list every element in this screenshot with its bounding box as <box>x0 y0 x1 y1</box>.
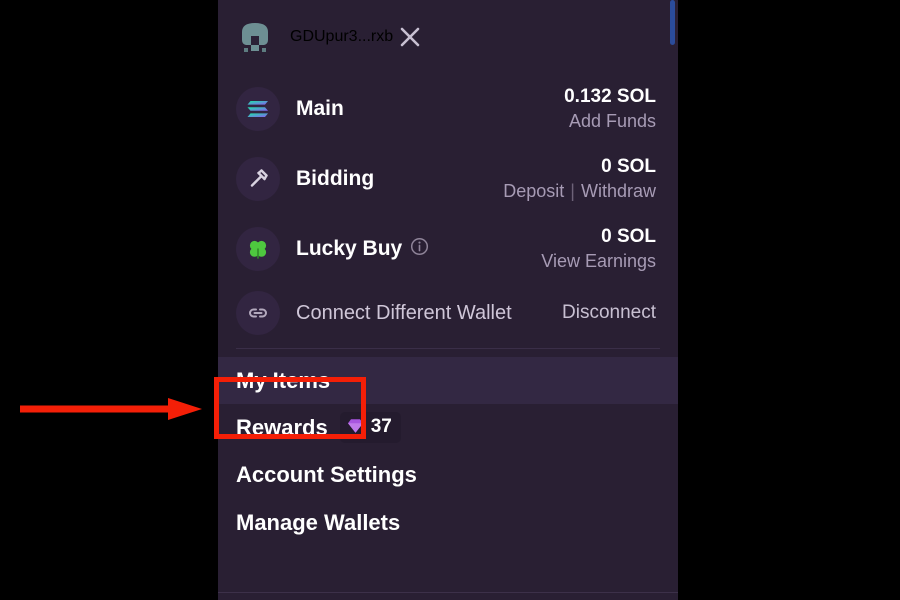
menu-item-label: Account Settings <box>236 462 417 487</box>
withdraw-link[interactable]: Withdraw <box>581 181 656 202</box>
connect-different-wallet-label: Connect Different Wallet <box>296 301 512 324</box>
balance-bidding-actions: Deposit | Withdraw <box>503 181 656 202</box>
menu-item-account-settings[interactable]: Account Settings <box>218 451 678 499</box>
balance-lucky-buy-label: Lucky Buy <box>296 237 403 260</box>
menu-item-label: Manage Wallets <box>236 510 401 535</box>
deposit-link[interactable]: Deposit <box>503 181 564 202</box>
panel-header: GDUpur3...rxb <box>218 0 678 74</box>
balance-lucky-buy-amount: 0 SOL <box>601 226 656 247</box>
menu-item-label: Rewards <box>236 414 328 440</box>
balance-row-lucky-buy: Lucky Buy 0 SOL View Earnings <box>218 214 678 284</box>
status-badge: 37 <box>339 412 401 443</box>
add-funds-link[interactable]: Add Funds <box>569 111 656 132</box>
menu-item-my-items[interactable]: My Items <box>218 357 678 404</box>
gem-icon <box>347 414 364 440</box>
vertical-scrollbar[interactable] <box>670 0 675 45</box>
balance-bidding-right: 0 SOL Deposit | Withdraw <box>503 156 656 202</box>
balance-lucky-buy-actions: View Earnings <box>541 251 656 272</box>
menu-item-label: My Items <box>236 367 331 393</box>
balance-bidding-left: Bidding <box>296 167 503 191</box>
link-icon <box>236 291 280 335</box>
balance-row-bidding: Bidding 0 SOL Deposit | Withdraw <box>218 144 678 214</box>
balance-main-right: 0.132 SOL Add Funds <box>564 86 656 132</box>
close-icon[interactable] <box>393 20 427 54</box>
panel-bottom-divider <box>218 592 678 593</box>
view-earnings-link[interactable]: View Earnings <box>541 251 656 272</box>
info-icon[interactable] <box>410 237 429 261</box>
wallet-dropdown-panel: GDUpur3...rxb Main 0.132 SOL Add Funds B… <box>218 0 678 600</box>
disconnect-link-wrapper: Disconnect <box>562 302 656 324</box>
connect-wallet-left: Connect Different Wallet <box>296 302 562 325</box>
balance-row-main: Main 0.132 SOL Add Funds <box>218 74 678 144</box>
menu-item-rewards[interactable]: Rewards 37 <box>218 404 678 451</box>
menu-item-manage-wallets[interactable]: Manage Wallets <box>218 499 678 547</box>
menu-list: My Items Rewards 37 Account Settings Man… <box>218 349 678 547</box>
balance-lucky-buy-right: 0 SOL View Earnings <box>541 226 656 272</box>
page-title: GDUpur3...rxb <box>290 28 394 45</box>
action-separator: | <box>570 181 575 201</box>
pixel-avatar-icon <box>234 16 276 58</box>
solana-logo-icon <box>236 87 280 131</box>
balance-main-label: Main <box>296 97 344 120</box>
balance-bidding-label: Bidding <box>296 167 375 190</box>
clover-icon <box>236 227 280 271</box>
balance-bidding-amount: 0 SOL <box>601 156 656 177</box>
disconnect-link[interactable]: Disconnect <box>562 302 656 323</box>
balance-main-amount: 0.132 SOL <box>564 86 656 107</box>
gavel-icon <box>236 157 280 201</box>
balance-main-actions: Add Funds <box>569 111 656 132</box>
balance-main-left: Main <box>296 97 564 121</box>
pointer-arrow <box>20 398 202 420</box>
rewards-count: 37 <box>370 416 392 437</box>
balance-lucky-buy-left: Lucky Buy <box>296 237 541 261</box>
connect-different-wallet-row[interactable]: Connect Different Wallet Disconnect <box>218 284 678 342</box>
